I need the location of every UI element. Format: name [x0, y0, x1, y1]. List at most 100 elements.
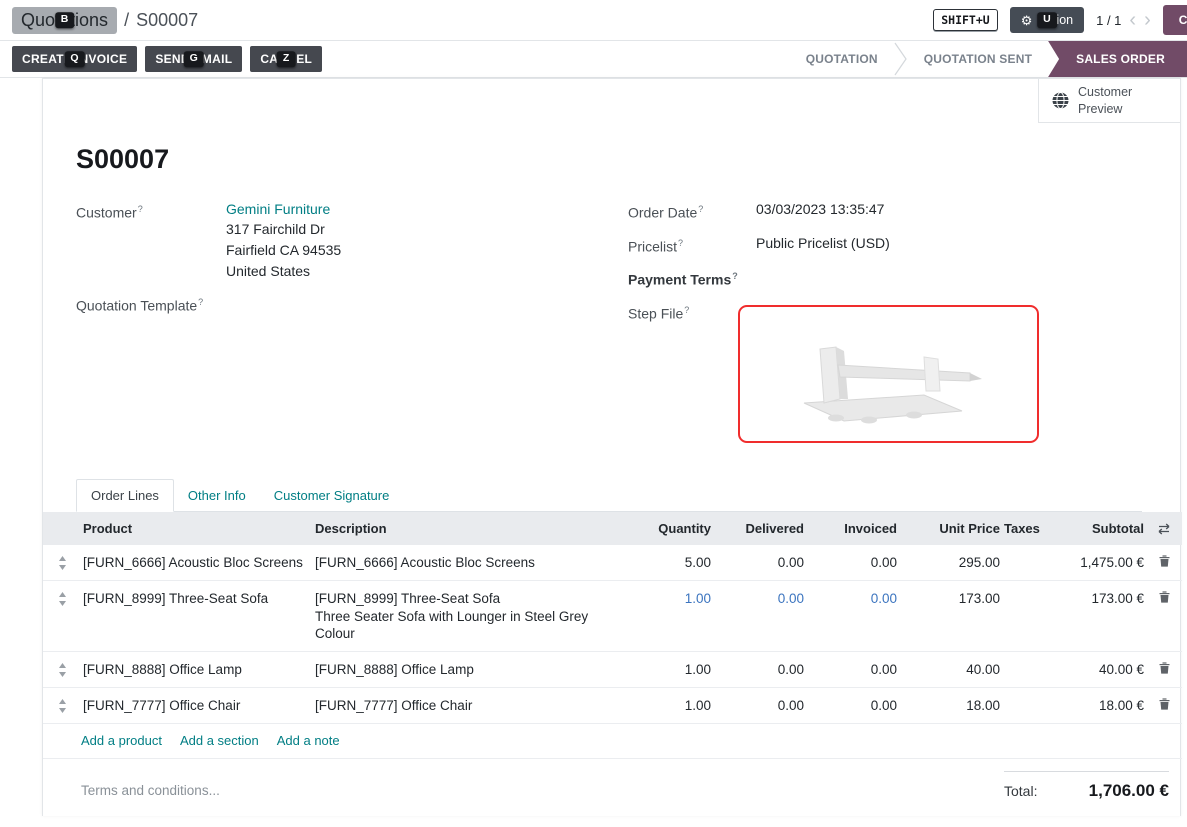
order-date-value[interactable]: 03/03/2023 13:35:47 — [756, 199, 884, 223]
pager-next-icon[interactable]: › — [1144, 10, 1151, 30]
cell-description[interactable]: [FURN_6666] Acoustic Bloc Screens — [313, 545, 621, 580]
cell-quantity[interactable]: 1.00 — [621, 652, 713, 687]
field-pricelist: Pricelist? Public Pricelist (USD) — [628, 233, 1142, 257]
cell-delivered[interactable]: 0.00 — [713, 545, 806, 580]
add-a-section-link[interactable]: Add a section — [180, 733, 259, 748]
header-taxes: Taxes — [1002, 512, 1048, 545]
cell-taxes[interactable] — [1002, 688, 1048, 706]
odoo-sales-order-page: Quotations B / S00007 SHIFT+U ⚙ Action U… — [0, 0, 1187, 827]
cell-product[interactable]: [FURN_8888] Office Lamp — [81, 652, 313, 687]
cell-quantity[interactable]: 1.00 — [621, 688, 713, 723]
delete-row-icon[interactable] — [1146, 545, 1182, 567]
cell-product[interactable]: [FURN_8999] Three-Seat Sofa — [81, 581, 313, 616]
order-date-label: Order Date? — [628, 199, 756, 223]
cell-taxes[interactable] — [1002, 581, 1048, 599]
customer-preview-link[interactable]: Customer Preview — [1038, 79, 1180, 123]
customer-link[interactable]: Gemini Furniture — [226, 201, 330, 217]
create-button[interactable]: CREATE — [1163, 5, 1187, 35]
action-menu-button[interactable]: ⚙ Action U — [1010, 7, 1084, 33]
pipeline-statusbar: QUOTATION QUOTATION SENT SALES ORDER — [790, 41, 1187, 77]
table-row[interactable]: [FURN_7777] Office Chair [FURN_7777] Off… — [43, 688, 1182, 724]
drag-handle-icon[interactable] — [43, 652, 81, 677]
cell-unit-price[interactable]: 40.00 — [899, 652, 1002, 687]
breadcrumb: Quotations B / S00007 — [12, 7, 198, 34]
field-order-date: Order Date? 03/03/2023 13:35:47 — [628, 199, 1142, 223]
stage-quotation[interactable]: QUOTATION — [790, 41, 894, 77]
help-icon: ? — [138, 204, 143, 214]
cell-invoiced[interactable]: 0.00 — [806, 688, 899, 723]
order-total: Total: 1,706.00 € — [1004, 771, 1169, 801]
delete-row-icon[interactable] — [1146, 652, 1182, 674]
send-email-button[interactable]: SEND EMAIL G — [145, 46, 242, 72]
stage-quotation-sent[interactable]: QUOTATION SENT — [908, 41, 1048, 77]
customer-address-line: United States — [226, 261, 341, 282]
delete-row-icon[interactable] — [1146, 581, 1182, 603]
customer-preview-label: Customer Preview — [1078, 84, 1132, 118]
optional-columns-icon[interactable] — [1146, 512, 1182, 545]
cell-product[interactable]: [FURN_7777] Office Chair — [81, 688, 313, 723]
drag-handle-icon[interactable] — [43, 581, 81, 606]
add-a-product-link[interactable]: Add a product — [81, 733, 162, 748]
add-a-note-link[interactable]: Add a note — [277, 733, 340, 748]
pager-count: 1 / 1 — [1096, 13, 1121, 28]
cell-invoiced[interactable]: 0.00 — [806, 652, 899, 687]
field-quotation-template: Quotation Template? — [76, 292, 628, 316]
breadcrumb-record: S00007 — [136, 10, 198, 31]
header-subtotal: Subtotal — [1048, 512, 1146, 545]
customer-value: Gemini Furniture 317 Fairchild Dr Fairfi… — [226, 199, 341, 282]
cell-description[interactable]: [FURN_8888] Office Lamp — [313, 652, 621, 687]
cell-taxes[interactable] — [1002, 652, 1048, 670]
gear-icon: ⚙ — [1021, 14, 1033, 27]
step-file-image[interactable] — [738, 305, 1039, 443]
stage-separator-icon — [894, 42, 908, 76]
tab-order-lines[interactable]: Order Lines — [76, 479, 174, 512]
tab-other-info[interactable]: Other Info — [174, 480, 260, 511]
help-icon: ? — [684, 305, 689, 315]
cell-unit-price[interactable]: 295.00 — [899, 545, 1002, 580]
cell-quantity[interactable]: 5.00 — [621, 545, 713, 580]
create-invoice-button[interactable]: CREATE INVOICE Q — [12, 46, 137, 72]
pricelist-value[interactable]: Public Pricelist (USD) — [756, 233, 890, 257]
total-value: 1,706.00 € — [1089, 781, 1169, 801]
cell-unit-price[interactable]: 18.00 — [899, 688, 1002, 723]
customer-address-line: Fairfield CA 94535 — [226, 240, 341, 261]
shortcut-chip-u: U — [1037, 12, 1057, 28]
tab-customer-signature[interactable]: Customer Signature — [260, 480, 404, 511]
terms-placeholder[interactable]: Terms and conditions... — [81, 783, 220, 801]
cell-delivered[interactable]: 0.00 — [713, 688, 806, 723]
customer-address-line: 317 Fairchild Dr — [226, 219, 341, 240]
drag-handle-icon[interactable] — [43, 545, 81, 570]
cell-taxes[interactable] — [1002, 545, 1048, 563]
drag-handle-icon[interactable] — [43, 688, 81, 713]
cell-delivered[interactable]: 0.00 — [713, 581, 806, 616]
cell-delivered[interactable]: 0.00 — [713, 652, 806, 687]
cell-subtotal: 173.00 € — [1048, 581, 1146, 616]
cell-invoiced[interactable]: 0.00 — [806, 581, 899, 616]
cell-description[interactable]: [FURN_8999] Three-Seat SofaThree Seater … — [313, 581, 621, 651]
pager-previous-icon[interactable]: ‹ — [1129, 10, 1136, 30]
cell-invoiced[interactable]: 0.00 — [806, 545, 899, 580]
cell-quantity[interactable]: 1.00 — [621, 581, 713, 616]
stage-sales-order[interactable]: SALES ORDER — [1048, 41, 1187, 77]
delete-row-icon[interactable] — [1146, 688, 1182, 710]
cell-subtotal: 1,475.00 € — [1048, 545, 1146, 580]
cell-product[interactable]: [FURN_6666] Acoustic Bloc Screens — [81, 545, 313, 580]
cell-description[interactable]: [FURN_7777] Office Chair — [313, 688, 621, 723]
step-file-3d-render — [774, 319, 1004, 429]
field-payment-terms: Payment Terms? — [628, 266, 1142, 290]
cell-unit-price[interactable]: 173.00 — [899, 581, 1002, 616]
header-handle-spacer — [43, 512, 81, 545]
notebook-tabs: Order Lines Other Info Customer Signatur… — [76, 479, 1142, 512]
field-column-left: Customer? Gemini Furniture 317 Fairchild… — [76, 199, 628, 473]
header-product: Product — [81, 512, 313, 545]
shortcut-badge-shift-u: SHIFT+U — [933, 9, 997, 31]
cancel-button[interactable]: CANCEL Z — [250, 46, 322, 72]
table-row[interactable]: [FURN_8999] Three-Seat Sofa [FURN_8999] … — [43, 581, 1182, 652]
form-sheet: Customer Preview S00007 Customer? Gemini… — [42, 78, 1181, 816]
shortcut-chip-b: B — [55, 12, 75, 28]
breadcrumb-quotations-link[interactable]: Quotations B — [12, 7, 117, 34]
table-row[interactable]: [FURN_6666] Acoustic Bloc Screens [FURN_… — [43, 545, 1182, 581]
status-bar: CREATE INVOICE Q SEND EMAIL G CANCEL Z Q… — [0, 40, 1187, 78]
table-row[interactable]: [FURN_8888] Office Lamp [FURN_8888] Offi… — [43, 652, 1182, 688]
record-pager: 1 / 1 ‹ › — [1096, 10, 1151, 30]
